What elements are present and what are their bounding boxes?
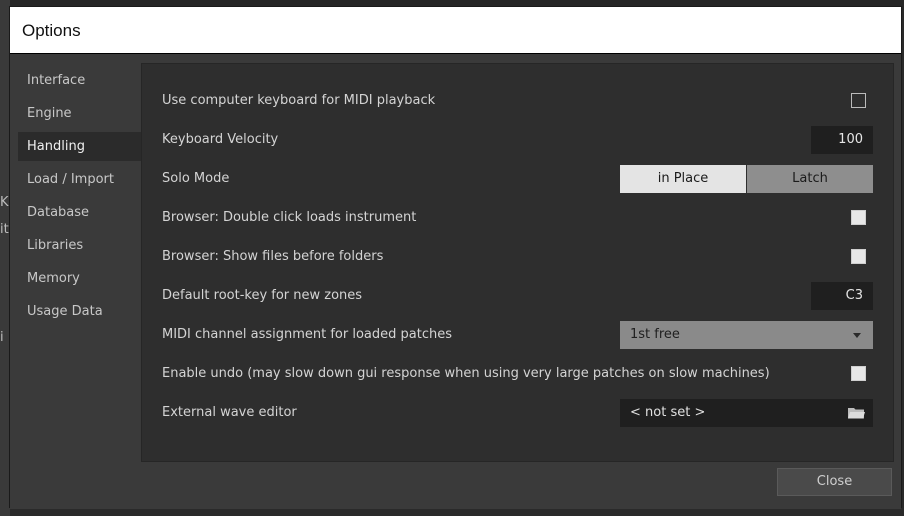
solo-mode-in-place-button[interactable]: in Place: [620, 165, 746, 193]
solo-mode-toggle: in Place Latch: [620, 165, 873, 193]
setting-row-midi-channel: MIDI channel assignment for loaded patch…: [162, 321, 873, 350]
setting-label: Use computer keyboard for MIDI playback: [162, 93, 436, 108]
sidebar-item-handling[interactable]: Handling: [18, 132, 144, 161]
setting-label: External wave editor: [162, 405, 297, 420]
dialog-body: Interface Engine Handling Load / Import …: [10, 54, 901, 509]
root-key-input[interactable]: C3: [811, 282, 873, 310]
sidebar-item-engine[interactable]: Engine: [18, 99, 144, 128]
dialog-titlebar[interactable]: Options: [10, 7, 901, 54]
velocity-input[interactable]: 100: [811, 126, 873, 154]
solo-mode-latch-button[interactable]: Latch: [747, 165, 873, 193]
double-click-checkbox[interactable]: [851, 210, 866, 225]
sidebar-item-load-import[interactable]: Load / Import: [18, 165, 144, 194]
setting-row-solo-mode: Solo Mode in Place Latch: [162, 165, 873, 194]
sidebar-item-usage-data[interactable]: Usage Data: [18, 297, 144, 326]
setting-label: Browser: Double click loads instrument: [162, 210, 417, 225]
wave-editor-field[interactable]: < not set >: [620, 399, 873, 427]
midi-keyboard-checkbox[interactable]: [851, 93, 866, 108]
background-text: K: [0, 195, 9, 210]
setting-row-midi-keyboard: Use computer keyboard for MIDI playback: [162, 87, 873, 116]
background-text: i: [0, 330, 4, 345]
folder-icon[interactable]: [848, 407, 865, 419]
background-text: it: [0, 222, 9, 237]
options-dialog: Options Interface Engine Handling Load /…: [9, 6, 902, 509]
setting-label: Browser: Show files before folders: [162, 249, 384, 264]
sidebar-item-libraries[interactable]: Libraries: [18, 231, 144, 260]
setting-label: Default root-key for new zones: [162, 288, 363, 303]
dropdown-value: 1st free: [630, 327, 680, 342]
sidebar-item-interface[interactable]: Interface: [18, 66, 144, 95]
files-first-checkbox[interactable]: [851, 249, 866, 264]
undo-checkbox[interactable]: [851, 366, 866, 381]
dialog-title: Options: [22, 21, 81, 40]
close-button[interactable]: Close: [777, 468, 892, 496]
setting-row-root-key: Default root-key for new zones C3: [162, 282, 873, 311]
midi-channel-dropdown[interactable]: 1st free: [620, 321, 873, 349]
chevron-down-icon: [853, 333, 861, 338]
wave-editor-value: < not set >: [630, 405, 706, 420]
setting-row-files-first: Browser: Show files before folders: [162, 243, 873, 272]
setting-row-wave-editor: External wave editor < not set >: [162, 399, 873, 428]
setting-label: Enable undo (may slow down gui response …: [162, 366, 770, 381]
setting-label: MIDI channel assignment for loaded patch…: [162, 327, 452, 342]
setting-row-undo: Enable undo (may slow down gui response …: [162, 360, 873, 389]
sidebar-item-database[interactable]: Database: [18, 198, 144, 227]
setting-label: Keyboard Velocity: [162, 132, 279, 147]
sidebar-item-memory[interactable]: Memory: [18, 264, 144, 293]
handling-settings-panel: Use computer keyboard for MIDI playback …: [141, 63, 894, 462]
setting-label: Solo Mode: [162, 171, 230, 186]
setting-row-double-click: Browser: Double click loads instrument: [162, 204, 873, 233]
options-sidebar: Interface Engine Handling Load / Import …: [18, 66, 144, 330]
setting-row-velocity: Keyboard Velocity 100: [162, 126, 873, 155]
